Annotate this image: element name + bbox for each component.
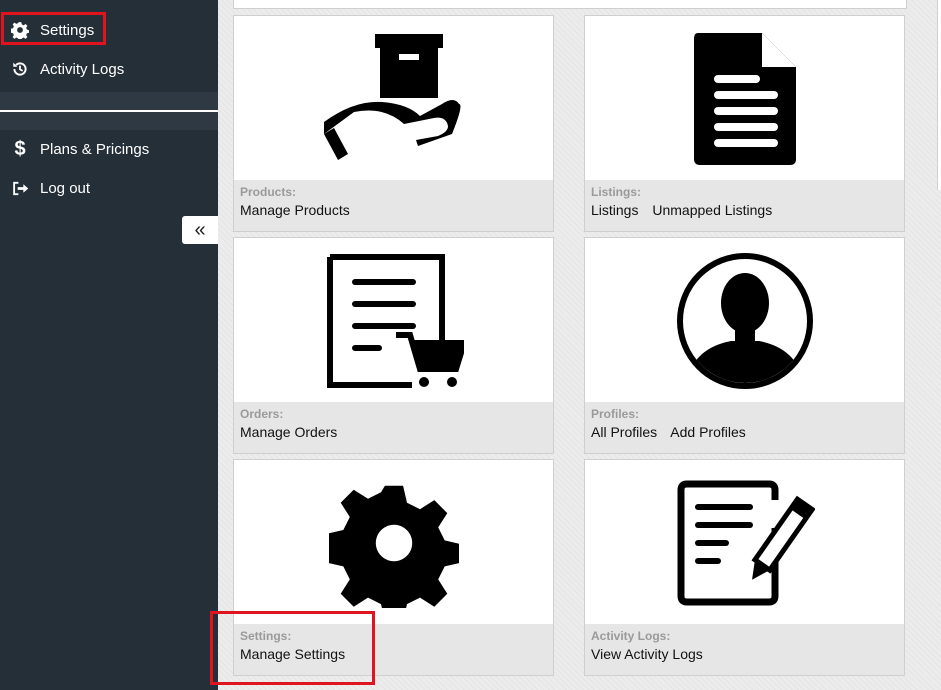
sidebar-item-activity-logs[interactable]: Activity Logs xyxy=(0,51,218,87)
gear-icon xyxy=(0,21,40,39)
sidebar-item-label: Plans & Pricings xyxy=(40,140,150,158)
unmapped-listings-link[interactable]: Unmapped Listings xyxy=(652,202,772,218)
dollar-icon: $ xyxy=(14,137,26,160)
document-icon xyxy=(585,16,904,182)
sidebar-divider xyxy=(0,110,218,112)
previous-card-bottom xyxy=(233,0,907,9)
listings-link[interactable]: Listings xyxy=(591,202,638,218)
logout-icon xyxy=(0,181,40,196)
card-category: Settings: xyxy=(240,629,292,643)
manage-orders-link[interactable]: Manage Orders xyxy=(240,424,337,440)
double-chevron-left-icon: « xyxy=(194,218,206,241)
view-activity-logs-link[interactable]: View Activity Logs xyxy=(591,646,703,662)
sidebar: Settings Activity Logs $ Plans & Pricing… xyxy=(0,0,218,690)
card-footer: Settings: Manage Settings xyxy=(234,624,553,675)
sidebar-item-settings[interactable]: Settings xyxy=(0,12,218,48)
card-category: Products: xyxy=(240,185,297,199)
card-category: Orders: xyxy=(240,407,284,421)
order-cart-icon xyxy=(234,238,553,404)
card-footer: Activity Logs: View Activity Logs xyxy=(585,624,904,675)
sidebar-item-logout[interactable]: Log out xyxy=(0,170,218,206)
sidebar-item-plans-pricings[interactable]: $ Plans & Pricings xyxy=(0,131,218,167)
card-activity-logs: Activity Logs: View Activity Logs xyxy=(584,459,905,676)
hand-box-icon xyxy=(234,16,553,182)
gear-icon xyxy=(234,460,553,626)
add-profiles-link[interactable]: Add Profiles xyxy=(670,424,745,440)
card-footer: Products: Manage Products xyxy=(234,180,553,231)
card-category: Listings: xyxy=(591,185,641,199)
card-footer: Profiles: All Profiles Add Profiles xyxy=(585,402,904,453)
card-orders: Orders: Manage Orders xyxy=(233,237,554,454)
history-icon xyxy=(0,60,40,78)
sidebar-item-label: Log out xyxy=(40,179,91,197)
collapse-sidebar-button[interactable]: « xyxy=(182,216,218,244)
edit-document-icon xyxy=(585,460,904,626)
card-profiles: Profiles: All Profiles Add Profiles xyxy=(584,237,905,454)
card-products: Products: Manage Products xyxy=(233,15,554,232)
all-profiles-link[interactable]: All Profiles xyxy=(591,424,657,440)
card-footer: Listings: Listings Unmapped Listings xyxy=(585,180,904,231)
card-settings: Settings: Manage Settings xyxy=(233,459,554,676)
manage-products-link[interactable]: Manage Products xyxy=(240,202,350,218)
right-panel-edge xyxy=(937,0,941,190)
user-profile-icon xyxy=(585,238,904,404)
card-footer: Orders: Manage Orders xyxy=(234,402,553,453)
card-category: Activity Logs: xyxy=(591,629,671,643)
card-listings: Listings: Listings Unmapped Listings xyxy=(584,15,905,232)
sidebar-item-label: Settings xyxy=(40,21,95,39)
sidebar-item-label: Activity Logs xyxy=(40,60,125,78)
card-category: Profiles: xyxy=(591,407,640,421)
manage-settings-link[interactable]: Manage Settings xyxy=(240,646,345,662)
